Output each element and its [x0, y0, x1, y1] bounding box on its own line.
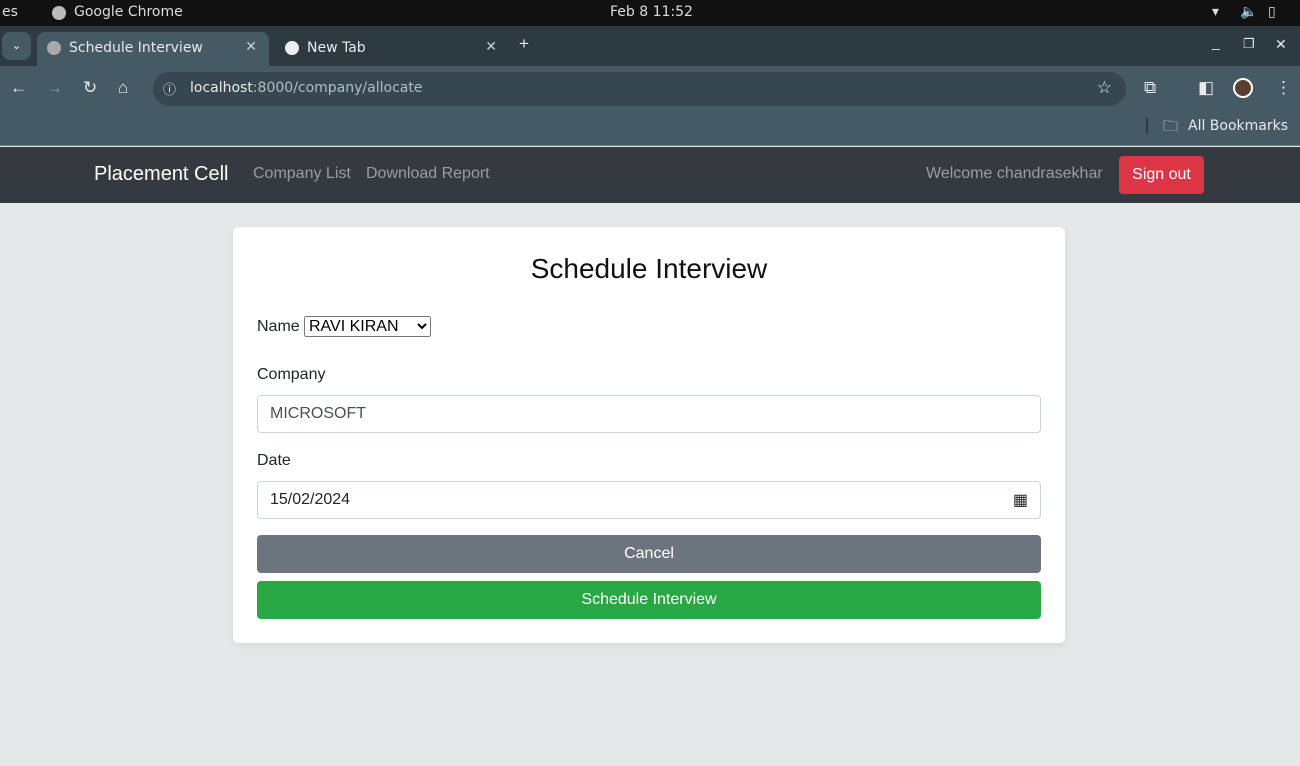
company-input[interactable]: MICROSOFT [257, 395, 1041, 433]
name-select[interactable]: RAVI KIRAN [304, 316, 431, 337]
url-path: :8000/company/allocate [252, 80, 423, 96]
folder-icon: 🗀 [1163, 118, 1179, 135]
clock[interactable]: Feb 8 11:52 [610, 4, 693, 20]
battery-icon[interactable]: ▯ [1268, 4, 1276, 20]
wifi-icon[interactable]: ▾ [1212, 4, 1219, 20]
divider [1146, 118, 1148, 134]
tab-new-tab[interactable]: New Tab ✕ [275, 32, 509, 66]
sign-out-button[interactable]: Sign out [1119, 156, 1204, 194]
navbar: Placement Cell Company List Download Rep… [0, 147, 1300, 203]
date-label: Date [257, 452, 291, 469]
activities[interactable]: es [2, 4, 18, 20]
info-icon[interactable]: ⓘ [163, 79, 176, 98]
tab-title: Schedule Interview [69, 40, 203, 56]
address-bar[interactable]: ⓘ localhost:8000/company/allocate ☆ [153, 72, 1126, 106]
system-bar: es Google Chrome Feb 8 11:52 ▾ 🔈 ▯ [0, 0, 1300, 26]
all-bookmarks[interactable]: All Bookmarks [1188, 118, 1288, 134]
restore-icon[interactable]: ❐ [1243, 36, 1255, 52]
tab-title: New Tab [307, 40, 366, 56]
globe-icon [47, 41, 61, 55]
nav-company-list[interactable]: Company List [253, 165, 351, 183]
date-input[interactable]: 15/02/2024 ▦ [257, 481, 1041, 519]
app-name: Google Chrome [74, 4, 183, 20]
minimize-icon[interactable]: _ [1212, 34, 1220, 50]
side-panel-icon[interactable]: ◧ [1198, 78, 1214, 98]
nav-download-report[interactable]: Download Report [366, 165, 490, 183]
date-value: 15/02/2024 [270, 491, 351, 508]
new-tab-icon[interactable]: + [519, 34, 529, 54]
tab-schedule-interview[interactable]: Schedule Interview ✕ [37, 32, 269, 66]
url-host: localhost [190, 80, 253, 96]
browser-toolbar: ← → ↻ ⌂ ⓘ localhost:8000/company/allocat… [0, 66, 1300, 146]
forward-icon[interactable]: → [46, 78, 63, 98]
tab-search-button[interactable]: ⌄ [2, 32, 31, 60]
name-label: Name [257, 318, 300, 335]
chrome-icon [285, 41, 299, 55]
calendar-icon[interactable]: ▦ [1013, 490, 1028, 510]
bookmark-star-icon[interactable]: ☆ [1097, 78, 1112, 98]
page-title: Schedule Interview [530, 253, 768, 284]
brand[interactable]: Placement Cell [94, 163, 229, 186]
volume-icon[interactable]: 🔈 [1240, 4, 1257, 20]
company-label: Company [257, 366, 326, 383]
reload-icon[interactable]: ↻ [83, 78, 97, 98]
tab-strip: ⌄ Schedule Interview ✕ New Tab ✕ + _ ❐ ✕ [0, 26, 1300, 66]
chrome-icon [52, 6, 66, 20]
cancel-button[interactable]: Cancel [257, 535, 1041, 573]
home-icon[interactable]: ⌂ [118, 78, 128, 98]
close-window-icon[interactable]: ✕ [1275, 36, 1287, 53]
extensions-icon[interactable]: ⧉ [1144, 78, 1156, 98]
welcome-text: Welcome chandrasekhar [926, 165, 1103, 182]
profile-avatar[interactable] [1233, 78, 1253, 98]
menu-icon[interactable]: ⋮ [1275, 78, 1292, 98]
schedule-interview-button[interactable]: Schedule Interview [257, 581, 1041, 619]
schedule-form-card: Schedule Interview Name RAVI KIRAN Compa… [233, 227, 1065, 643]
close-tab-icon[interactable]: ✕ [485, 39, 497, 55]
close-tab-icon[interactable]: ✕ [245, 39, 257, 55]
back-icon[interactable]: ← [10, 78, 27, 98]
